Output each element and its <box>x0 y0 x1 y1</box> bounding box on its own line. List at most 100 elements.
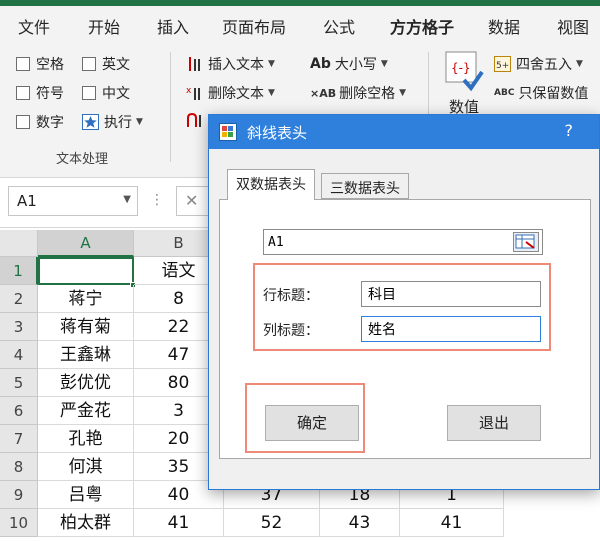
checkbox-box <box>16 86 30 100</box>
tab-two-header[interactable]: 双数据表头 <box>227 169 315 200</box>
checkbox-symbol[interactable]: 符号 <box>16 83 64 103</box>
select-all-corner[interactable] <box>0 230 38 257</box>
chevron-down-icon: ▼ <box>380 59 388 69</box>
remove-space-label: 删除空格 <box>339 86 396 102</box>
table-cell[interactable]: 吕粤 <box>38 481 134 509</box>
keep-value-icon: ABC <box>494 88 515 98</box>
tab-data[interactable]: 数据 <box>488 14 520 38</box>
chevron-down-icon: ▼ <box>268 88 275 98</box>
ok-button[interactable]: 确定 <box>265 405 359 441</box>
row-header[interactable]: 4 <box>0 341 38 369</box>
chevron-down-icon: ▼ <box>399 88 407 98</box>
checkbox-label: 数字 <box>36 115 64 131</box>
case-button[interactable]: Ab 大小写 ▼ <box>310 54 388 74</box>
dialog-title: 斜线表头 <box>247 124 308 142</box>
group-label-text-processing: 文本处理 <box>56 152 109 167</box>
insert-text-button[interactable]: 插入文本 ▼ <box>186 54 275 74</box>
checkbox-digit[interactable]: 数字 <box>16 112 64 132</box>
formula-bar-dots: ⋮ <box>150 192 164 208</box>
checkbox-label: 中文 <box>102 86 130 102</box>
checkbox-box <box>16 57 30 71</box>
col-title-input[interactable] <box>361 316 541 342</box>
table-cell[interactable]: 43 <box>320 509 400 537</box>
checkbox-box <box>82 57 96 71</box>
round-button[interactable]: 5+ 四舍五入 ▼ <box>494 54 583 74</box>
svg-text:{-}: {-} <box>451 61 471 75</box>
table-cell[interactable]: 蒋有菊 <box>38 313 134 341</box>
star-icon <box>82 114 100 130</box>
close-icon: ✕ <box>185 191 199 210</box>
insert-text-icon <box>186 56 204 72</box>
app-icon <box>219 123 237 141</box>
tab-view[interactable]: 视图 <box>557 14 589 38</box>
keep-value-button[interactable]: ABC 只保留数值 <box>494 83 588 103</box>
tab-page-layout[interactable]: 页面布局 <box>222 14 286 38</box>
tab-insert[interactable]: 插入 <box>157 14 189 38</box>
table-cell[interactable]: 41 <box>134 509 224 537</box>
svg-text:5+: 5+ <box>496 61 509 71</box>
name-box[interactable]: A1 ▼ <box>8 186 138 216</box>
table-cell[interactable]: 孔艳 <box>38 425 134 453</box>
delete-text-label: 删除文本 <box>208 86 264 102</box>
checkbox-chinese[interactable]: 中文 <box>82 83 130 103</box>
execute-button[interactable]: 执行 ▼ <box>82 112 143 132</box>
table-cell[interactable]: 严金花 <box>38 397 134 425</box>
text-tool-button[interactable] <box>186 112 208 128</box>
value-icon: {-} <box>444 50 484 96</box>
delete-text-button[interactable]: x 删除文本 ▼ <box>186 83 275 103</box>
row-header[interactable]: 5 <box>0 369 38 397</box>
table-cell[interactable]: 何淇 <box>38 453 134 481</box>
row-title-label: 行标题： <box>263 288 319 304</box>
checkbox-english[interactable]: 英文 <box>82 54 130 74</box>
table-cell[interactable]: 41 <box>400 509 504 537</box>
remove-space-button[interactable]: ×AB 删除空格 ▼ <box>310 83 406 103</box>
tab-fangfang[interactable]: 方方格子 <box>390 14 455 46</box>
value-button[interactable]: {-} 数值 <box>444 50 484 117</box>
case-icon: Ab <box>310 56 331 72</box>
col-title-label: 列标题： <box>263 323 319 339</box>
tab-formulas[interactable]: 公式 <box>323 14 355 38</box>
diagonal-header-dialog: 斜线表头 ? 双数据表头 三数据表头 行标题： 列标题： 确定 退出 <box>208 114 600 490</box>
row-header[interactable]: 8 <box>0 453 38 481</box>
case-label: 大小写 <box>334 57 377 73</box>
round-icon: 5+ <box>494 56 512 72</box>
table-cell[interactable]: 王鑫琳 <box>38 341 134 369</box>
cell-a1[interactable] <box>38 257 134 285</box>
insert-text-label: 插入文本 <box>208 57 264 73</box>
row-header[interactable]: 6 <box>0 397 38 425</box>
checkbox-label: 英文 <box>102 57 130 73</box>
execute-label: 执行 <box>104 115 132 131</box>
tab-three-header[interactable]: 三数据表头 <box>321 173 409 199</box>
table-cell[interactable]: 柏太群 <box>38 509 134 537</box>
row-title-input[interactable] <box>361 281 541 307</box>
ribbon-tabs: 文件 开始 插入 页面布局 公式 方方格子 数据 视图 <box>0 6 600 46</box>
exit-button[interactable]: 退出 <box>447 405 541 441</box>
keep-value-label: 只保留数值 <box>518 86 589 102</box>
column-header-a[interactable]: A <box>38 230 134 257</box>
group-divider <box>170 52 171 162</box>
cell-reference-input[interactable] <box>263 229 543 255</box>
row-header[interactable]: 10 <box>0 509 38 537</box>
row-header[interactable]: 7 <box>0 425 38 453</box>
row-header[interactable]: 1 <box>0 257 38 285</box>
help-button[interactable]: ? <box>565 121 574 140</box>
row-header[interactable]: 3 <box>0 313 38 341</box>
row-header[interactable]: 9 <box>0 481 38 509</box>
row-header[interactable]: 2 <box>0 285 38 313</box>
table-cell[interactable]: 彭优优 <box>38 369 134 397</box>
chevron-down-icon: ▼ <box>268 59 275 69</box>
dialog-titlebar[interactable]: 斜线表头 ? <box>209 115 599 149</box>
range-select-button[interactable] <box>513 232 539 252</box>
table-cell[interactable]: 蒋宁 <box>38 285 134 313</box>
table-cell[interactable]: 52 <box>224 509 320 537</box>
round-label: 四舍五入 <box>516 57 572 73</box>
chevron-down-icon: ▼ <box>136 117 143 127</box>
tab-home[interactable]: 开始 <box>88 14 120 38</box>
chevron-down-icon[interactable]: ▼ <box>123 194 131 205</box>
checkbox-box <box>82 86 96 100</box>
checkbox-box <box>16 115 30 129</box>
tab-file[interactable]: 文件 <box>18 14 50 38</box>
checkbox-space[interactable]: 空格 <box>16 54 64 74</box>
remove-space-icon: ×AB <box>310 86 337 100</box>
chevron-down-icon: ▼ <box>576 59 583 69</box>
